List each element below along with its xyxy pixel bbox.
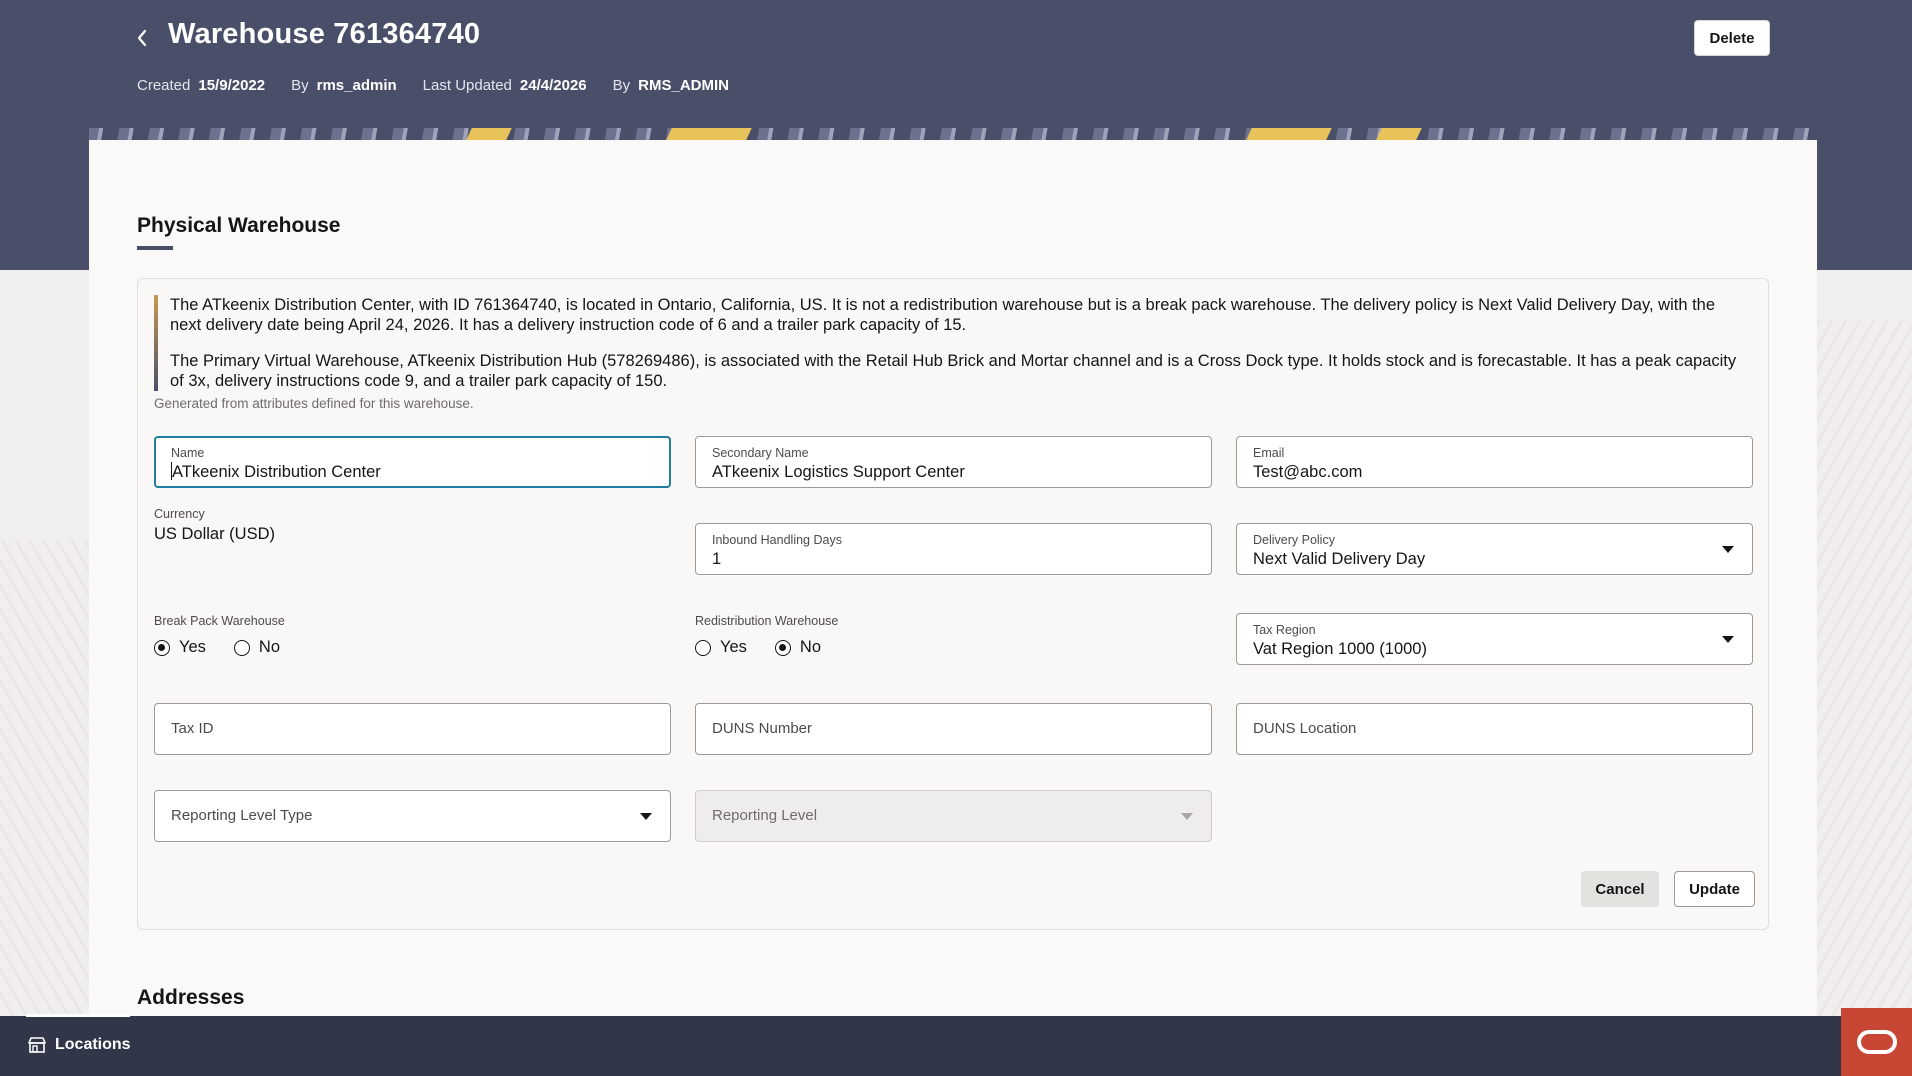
break-pack-radio-group: Break Pack Warehouse Yes No — [154, 614, 308, 657]
chevron-left-icon — [137, 29, 147, 47]
break-pack-no-radio[interactable]: No — [233, 638, 281, 657]
tax-region-select[interactable]: Tax Region Vat Region 1000 (1000) — [1236, 613, 1753, 665]
redistribution-label: Redistribution Warehouse — [695, 614, 839, 628]
secondary-name-value: ATkeenix Logistics Support Center — [712, 463, 965, 481]
caret-down-icon — [640, 813, 652, 820]
redistribution-radio-group: Redistribution Warehouse Yes No — [695, 614, 849, 657]
radio-checked-icon — [774, 639, 791, 656]
name-field[interactable]: Name ATkeenix Distribution Center — [154, 436, 671, 488]
currency-label: Currency — [154, 507, 205, 521]
delivery-policy-value: Next Valid Delivery Day — [1253, 550, 1426, 568]
active-tab-indicator — [26, 1014, 130, 1017]
currency-field: Currency US Dollar (USD) — [154, 507, 275, 544]
reporting-level-type-select[interactable]: Reporting Level Type — [154, 790, 671, 842]
locations-nav-item[interactable]: Locations — [28, 1036, 131, 1054]
caret-down-icon — [1181, 813, 1193, 820]
addresses-title: Addresses — [137, 986, 245, 1009]
email-label: Email — [1253, 446, 1285, 460]
created-by-value: rms_admin — [316, 77, 397, 94]
updated-by-value: RMS_ADMIN — [638, 77, 729, 94]
back-button[interactable] — [130, 22, 154, 54]
created-label: Created — [137, 77, 191, 94]
tax-region-label: Tax Region — [1253, 623, 1316, 637]
background-texture-right — [1817, 320, 1912, 1020]
inbound-handling-days-field[interactable]: Inbound Handling Days 1 — [695, 523, 1212, 575]
duns-location-field[interactable]: DUNS Location — [1236, 703, 1753, 755]
section-title-underline — [137, 246, 173, 250]
secondary-name-label: Secondary Name — [712, 446, 809, 460]
duns-number-field[interactable]: DUNS Number — [695, 703, 1212, 755]
duns-location-placeholder: DUNS Location — [1253, 720, 1357, 737]
radio-unchecked-icon — [695, 639, 711, 656]
oracle-assistant-button[interactable] — [1841, 1008, 1912, 1076]
redistribution-no-label: No — [799, 638, 822, 656]
updated-label: Last Updated — [422, 77, 512, 94]
inbound-handling-days-label: Inbound Handling Days — [712, 533, 842, 547]
break-pack-yes-label: Yes — [179, 638, 206, 656]
summary-paragraph: The Primary Virtual Warehouse, ATkeenix … — [170, 352, 1737, 390]
background-texture-left — [0, 540, 90, 1020]
email-value: Test@abc.com — [1253, 463, 1363, 481]
oracle-logo-icon — [1856, 1030, 1897, 1054]
updated-value: 24/4/2026 — [519, 77, 587, 94]
store-icon — [28, 1037, 46, 1053]
update-button[interactable]: Update — [1674, 871, 1755, 907]
break-pack-label: Break Pack Warehouse — [154, 614, 285, 628]
redistribution-yes-label: Yes — [720, 638, 747, 656]
physical-warehouse-form: The ATkeenix Distribution Center, with I… — [137, 278, 1769, 930]
page-title: Warehouse 761364740 — [168, 18, 481, 50]
cancel-button[interactable]: Cancel — [1581, 871, 1659, 907]
reporting-level-type-placeholder: Reporting Level Type — [171, 807, 313, 824]
email-field[interactable]: Email Test@abc.com — [1236, 436, 1753, 488]
tax-region-value: Vat Region 1000 (1000) — [1253, 640, 1427, 658]
created-by-label: By — [291, 77, 309, 94]
decorative-banner — [89, 128, 1817, 140]
redistribution-yes-radio[interactable]: Yes — [695, 638, 747, 657]
summary-paragraph: The ATkeenix Distribution Center, with I… — [170, 296, 1716, 334]
redistribution-no-radio[interactable]: No — [774, 638, 822, 657]
delivery-policy-label: Delivery Policy — [1253, 533, 1335, 547]
delete-button[interactable]: Delete — [1694, 20, 1770, 56]
section-title: Physical Warehouse — [137, 214, 341, 237]
break-pack-yes-radio[interactable]: Yes — [154, 638, 206, 657]
name-value: ATkeenix Distribution Center — [172, 463, 381, 481]
record-metadata: Created 15/9/2022 By rms_admin Last Upda… — [137, 77, 755, 94]
currency-value: US Dollar (USD) — [154, 525, 276, 543]
footer-nav-bar — [0, 1016, 1912, 1076]
locations-label: Locations — [55, 1036, 131, 1053]
delivery-policy-select[interactable]: Delivery Policy Next Valid Delivery Day — [1236, 523, 1753, 575]
secondary-name-field[interactable]: Secondary Name ATkeenix Logistics Suppor… — [695, 436, 1212, 488]
caret-down-icon — [1722, 546, 1734, 553]
summary-note: Generated from attributes defined for th… — [154, 396, 474, 411]
generated-summary: The ATkeenix Distribution Center, with I… — [154, 295, 1744, 391]
updated-by-label: By — [612, 77, 631, 94]
name-label: Name — [171, 446, 205, 460]
duns-number-placeholder: DUNS Number — [712, 720, 813, 737]
reporting-level-select: Reporting Level — [695, 790, 1212, 842]
caret-down-icon — [1722, 636, 1734, 643]
reporting-level-placeholder: Reporting Level — [712, 807, 818, 824]
radio-unchecked-icon — [233, 639, 250, 656]
tax-id-field[interactable]: Tax ID — [154, 703, 671, 755]
break-pack-no-label: No — [258, 638, 281, 656]
created-value: 15/9/2022 — [198, 77, 266, 94]
tax-id-placeholder: Tax ID — [171, 720, 214, 737]
inbound-handling-days-value: 1 — [712, 550, 722, 568]
content-card: Physical Warehouse The ATkeenix Distribu… — [89, 140, 1817, 1020]
radio-checked-icon — [154, 639, 170, 656]
